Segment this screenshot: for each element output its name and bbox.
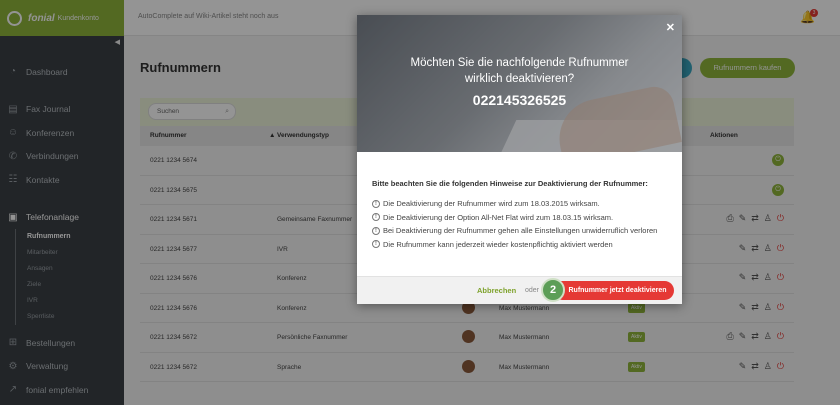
close-icon[interactable]: ✕ [666, 21, 675, 34]
dialog-body: Bitte beachten Sie die folgenden Hinweis… [372, 179, 672, 251]
cancel-button[interactable]: Abbrechen [477, 286, 516, 295]
dialog-question: Möchten Sie die nachfolgende Rufnummer w… [410, 57, 629, 85]
info-icon: ! [372, 226, 380, 235]
dialog-footer: Abbrechen oder Rufnummer jetzt deaktivie… [357, 276, 682, 304]
hint-item: ! Die Rufnummer kann jederzeit wieder kos… [372, 238, 672, 252]
info-icon: ! [372, 199, 380, 208]
or-separator: oder [525, 287, 540, 294]
info-icon: ! [372, 213, 380, 222]
hint-item: ! Bei Deaktivierung der Rufnummer gehen a… [372, 224, 672, 238]
step-number-badge: 2 [541, 278, 565, 302]
hint-item: ! Die Deaktivierung der Option All-Net Fl… [372, 211, 672, 225]
dialog-phone-number: 022145326525 [472, 92, 567, 108]
info-icon: ! [372, 240, 380, 249]
dialog-hints-heading: Bitte beachten Sie die folgenden Hinweis… [372, 179, 648, 188]
hint-item: ! Die Deaktivierung der Rufnummer wird zu… [372, 197, 672, 211]
deactivate-number-dialog: ✕ Möchten Sie die nachfolgende Rufnummer… [357, 15, 682, 304]
deactivate-now-button[interactable]: Rufnummer jetzt deaktivieren [553, 281, 674, 300]
